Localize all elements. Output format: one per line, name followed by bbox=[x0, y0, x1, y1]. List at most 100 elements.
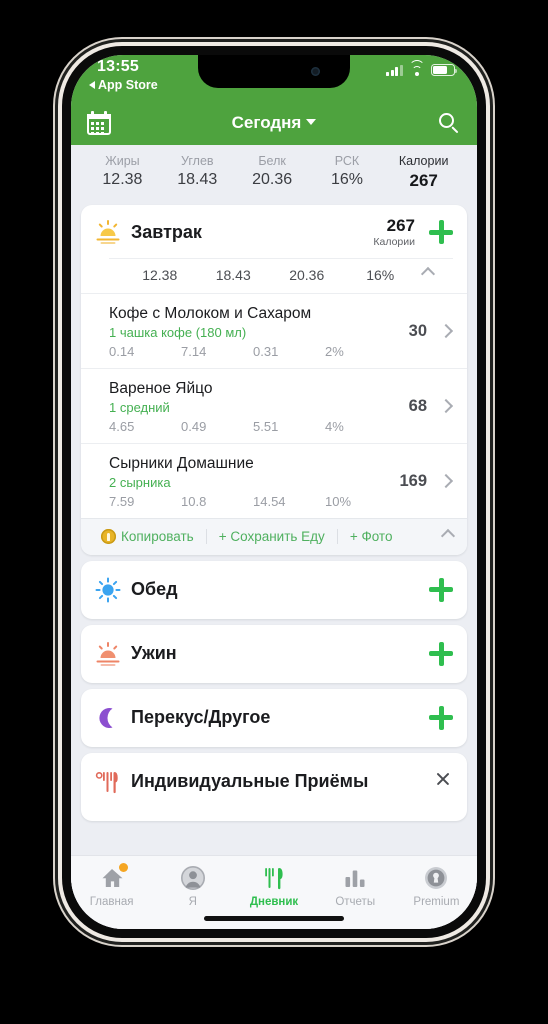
food-macros: 4.65 0.49 5.51 4% bbox=[109, 419, 409, 434]
date-selector[interactable]: Сегодня bbox=[71, 113, 477, 133]
lock-icon bbox=[423, 865, 449, 891]
tab-premium[interactable]: Premium bbox=[396, 856, 477, 929]
breakfast-calories: 267 bbox=[386, 216, 415, 235]
summary-col-protein: Белк 20.36 bbox=[235, 154, 310, 191]
home-indicator[interactable] bbox=[204, 916, 344, 921]
tab-me-label: Я bbox=[188, 896, 197, 908]
status-time: 13:55 bbox=[97, 58, 139, 75]
breakfast-macro-fat: 12.38 bbox=[142, 266, 178, 283]
breakfast-calories-label: Калории bbox=[373, 235, 415, 248]
food-row[interactable]: Сырники Домашние 2 сырника 7.59 10.8 14.… bbox=[81, 442, 467, 518]
meal-card-snack[interactable]: Перекус/Другое bbox=[81, 688, 467, 747]
notch bbox=[198, 55, 350, 88]
add-lunch-food-button[interactable] bbox=[429, 577, 453, 602]
food-disclosure[interactable] bbox=[438, 398, 454, 416]
add-photo-button[interactable]: + Фото bbox=[338, 529, 405, 544]
food-calories: 169 bbox=[399, 472, 427, 491]
custom-meals-title: Индивидуальные Приёмы bbox=[131, 771, 369, 792]
copy-meal-label: Копировать bbox=[121, 529, 194, 545]
sun-icon bbox=[95, 577, 121, 603]
food-calories: 30 bbox=[408, 322, 427, 341]
food-macro-carbs: 0.49 bbox=[181, 418, 207, 434]
food-info: Сырники Домашние 2 сырника 7.59 10.8 14.… bbox=[109, 455, 399, 509]
close-icon[interactable] bbox=[433, 769, 453, 789]
summary-value: 20.36 bbox=[252, 171, 293, 188]
phone-screen: 13:55 App Store Сегодня Жиры 12.38 Углев… bbox=[71, 55, 477, 929]
tab-home-label: Главная bbox=[89, 896, 134, 908]
food-macro-fat: 7.59 bbox=[109, 493, 135, 509]
meal-card-custom[interactable]: Индивидуальные Приёмы bbox=[81, 752, 467, 821]
add-dinner-food-button[interactable] bbox=[429, 641, 453, 666]
breakfast-header[interactable]: Завтрак 267 Калории bbox=[81, 205, 467, 258]
tab-diary-label: Дневник bbox=[249, 896, 299, 908]
front-camera-icon bbox=[311, 67, 320, 76]
food-calories: 68 bbox=[408, 397, 427, 416]
save-meal-label: + Сохранить Еду bbox=[218, 529, 325, 545]
screenshot-stage: 13:55 App Store Сегодня Жиры 12.38 Углев… bbox=[0, 0, 548, 1024]
cutlery-icon bbox=[261, 865, 287, 891]
sunset-icon bbox=[95, 641, 121, 667]
breakfast-collapse-button[interactable] bbox=[417, 266, 439, 284]
save-meal-button[interactable]: + Сохранить Еду bbox=[207, 529, 338, 545]
calendar-icon[interactable] bbox=[87, 111, 111, 135]
diary-scroll-area[interactable]: Жиры 12.38 Углев 18.43 Белк 20.36 РСК 16… bbox=[71, 145, 477, 929]
summary-value: 12.38 bbox=[102, 171, 143, 188]
food-macro-protein: 14.54 bbox=[253, 493, 286, 509]
lunch-title: Обед bbox=[131, 579, 178, 600]
back-triangle-icon bbox=[89, 81, 95, 89]
moon-icon bbox=[95, 705, 121, 731]
custom-meals-header[interactable]: Индивидуальные Приёмы bbox=[81, 753, 467, 821]
search-icon[interactable] bbox=[437, 111, 461, 135]
chevron-right-icon bbox=[438, 398, 454, 413]
meal-card-dinner[interactable]: Ужин bbox=[81, 624, 467, 683]
summary-value: 16% bbox=[330, 171, 363, 188]
bar-chart-icon bbox=[342, 865, 368, 891]
food-disclosure[interactable] bbox=[438, 323, 454, 341]
food-serving: 2 сырника bbox=[109, 474, 171, 490]
breakfast-macro-protein: 20.36 bbox=[289, 266, 325, 283]
breakfast-macro-row: 12.38 18.43 20.36 16% bbox=[109, 257, 453, 293]
food-row[interactable]: Вареное Яйцо 1 средний 4.65 0.49 5.51 4%… bbox=[81, 367, 467, 443]
home-icon bbox=[99, 863, 128, 891]
lunch-header[interactable]: Обед bbox=[81, 561, 467, 619]
chevron-right-icon bbox=[438, 323, 454, 338]
add-snack-food-button[interactable] bbox=[429, 705, 453, 730]
daily-summary-bar: Жиры 12.38 Углев 18.43 Белк 20.36 РСК 16… bbox=[71, 145, 477, 199]
summary-col-carbs: Углев 18.43 bbox=[160, 154, 235, 191]
back-label: App Store bbox=[98, 78, 158, 92]
breakfast-title: Завтрак bbox=[131, 221, 202, 242]
wifi-icon bbox=[409, 60, 425, 76]
tab-home[interactable]: Главная bbox=[71, 856, 152, 929]
summary-label: РСК bbox=[334, 154, 360, 168]
food-name: Сырники Домашние bbox=[109, 454, 254, 472]
food-info: Кофе с Молоком и Сахаром 1 чашка кофе (1… bbox=[109, 305, 409, 359]
snack-header[interactable]: Перекус/Другое bbox=[81, 689, 467, 747]
chevron-down-icon bbox=[306, 119, 317, 125]
phone-frame: 13:55 App Store Сегодня Жиры 12.38 Углев… bbox=[62, 46, 486, 938]
cellular-signal-icon bbox=[385, 64, 403, 76]
food-row[interactable]: Кофе с Молоком и Сахаром 1 чашка кофе (1… bbox=[81, 292, 467, 368]
dinner-title: Ужин bbox=[131, 643, 177, 664]
food-info: Вареное Яйцо 1 средний 4.65 0.49 5.51 4% bbox=[109, 380, 409, 434]
summary-label: Белк bbox=[258, 154, 286, 168]
add-breakfast-food-button[interactable] bbox=[429, 220, 453, 245]
breakfast-calories-box: 267 Калории bbox=[373, 217, 415, 248]
breakfast-actions: Копировать + Сохранить Еду + Фото bbox=[81, 517, 467, 555]
summary-label: Углев bbox=[180, 154, 214, 168]
chevron-up-icon bbox=[440, 528, 456, 543]
summary-col-fat: Жиры 12.38 bbox=[85, 154, 160, 191]
food-name: Кофе с Молоком и Сахаром bbox=[109, 304, 312, 322]
food-serving: 1 чашка кофе (180 мл) bbox=[109, 324, 247, 340]
back-to-app-store-link[interactable]: App Store bbox=[89, 78, 158, 92]
food-macro-rdi: 10% bbox=[325, 493, 352, 509]
dinner-header[interactable]: Ужин bbox=[81, 625, 467, 683]
food-macro-fat: 4.65 bbox=[109, 418, 135, 434]
meal-card-lunch[interactable]: Обед bbox=[81, 560, 467, 619]
food-macros: 7.59 10.8 14.54 10% bbox=[109, 494, 399, 509]
chevron-right-icon bbox=[438, 473, 454, 488]
food-disclosure[interactable] bbox=[438, 473, 454, 491]
food-serving: 1 средний bbox=[109, 399, 170, 415]
breakfast-actions-collapse-button[interactable] bbox=[440, 528, 456, 546]
battery-icon bbox=[431, 64, 458, 76]
copy-meal-button[interactable]: Копировать bbox=[97, 529, 207, 545]
